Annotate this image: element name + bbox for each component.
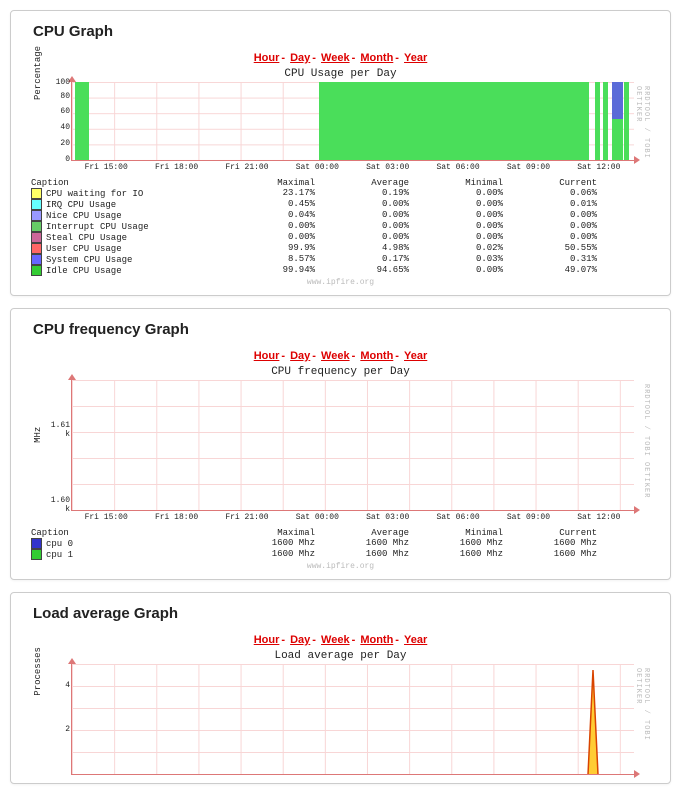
time-month[interactable]: Month — [360, 52, 393, 64]
swatch-icon — [31, 549, 42, 560]
time-year[interactable]: Year — [404, 634, 427, 646]
panel-heading: Load average Graph — [33, 605, 650, 622]
swatch-icon — [31, 210, 42, 221]
swatch-icon — [31, 254, 42, 265]
legend-row: Interrupt CPU Usage — [31, 221, 221, 232]
swatch-icon — [31, 265, 42, 276]
legend-row: cpu 0 — [31, 538, 221, 549]
swatch-icon — [31, 188, 42, 199]
freq-legend-table: CaptionMaximalAverageMinimalCurrent cpu … — [31, 528, 650, 560]
time-hour[interactable]: Hour — [254, 634, 280, 646]
swatch-icon — [31, 232, 42, 243]
y-axis-label: Percentage — [33, 46, 43, 100]
legend-row: Idle CPU Usage — [31, 265, 221, 276]
cpu-legend-table: CaptionMaximalAverageMinimalCurrent CPU … — [31, 178, 650, 276]
x-ticks: Fri 15:00Fri 18:00Fri 21:00Sat 00:00Sat … — [71, 163, 634, 172]
panel-heading: CPU Graph — [33, 23, 650, 40]
load-spike — [586, 670, 600, 775]
legend-row: Nice CPU Usage — [31, 210, 221, 221]
legend-row: Steal CPU Usage — [31, 232, 221, 243]
cpu-chart: Percentage RRDTOOL / TOBI OETIKER 0 20 4… — [31, 82, 650, 172]
rrdtool-credit: RRDTOOL / TOBI OETIKER — [642, 384, 650, 498]
chart-title: CPU Usage per Day — [31, 68, 650, 80]
time-day[interactable]: Day — [290, 52, 310, 64]
y-ticks: 1.60 k 1.61 k — [44, 380, 70, 510]
freq-chart: MHz RRDTOOL / TOBI OETIKER 1.60 k 1.61 k… — [31, 380, 650, 522]
load-chart: Processes RRDTOOL / TOBI OETIKER 2 4 — [31, 664, 650, 775]
legend-row: cpu 1 — [31, 549, 221, 560]
plot-area: 2 4 — [71, 664, 634, 775]
time-month[interactable]: Month — [360, 634, 393, 646]
time-month[interactable]: Month — [360, 350, 393, 362]
rrdtool-credit: RRDTOOL / TOBI OETIKER — [634, 668, 650, 775]
time-week[interactable]: Week — [321, 350, 350, 362]
time-day[interactable]: Day — [290, 634, 310, 646]
chart-title: CPU frequency per Day — [31, 366, 650, 378]
legend-row: User CPU Usage — [31, 243, 221, 254]
time-week[interactable]: Week — [321, 52, 350, 64]
y-axis-label: MHz — [33, 427, 43, 443]
cpu-freq-panel: CPU frequency Graph Hour- Day- Week- Mon… — [10, 308, 671, 580]
swatch-icon — [31, 538, 42, 549]
footer-link: www.ipfire.org — [31, 278, 650, 287]
time-range-nav: Hour- Day- Week- Month- Year — [31, 634, 650, 646]
time-range-nav: Hour- Day- Week- Month- Year — [31, 350, 650, 362]
time-hour[interactable]: Hour — [254, 350, 280, 362]
plot-area: 1.60 k 1.61 k — [71, 380, 634, 511]
time-range-nav: Hour- Day- Week- Month- Year — [31, 52, 650, 64]
x-ticks: Fri 15:00Fri 18:00Fri 21:00Sat 00:00Sat … — [71, 513, 634, 522]
swatch-icon — [31, 243, 42, 254]
time-year[interactable]: Year — [404, 52, 427, 64]
time-day[interactable]: Day — [290, 350, 310, 362]
swatch-icon — [31, 199, 42, 210]
cpu-graph-panel: CPU Graph Hour- Day- Week- Month- Year C… — [10, 10, 671, 296]
load-avg-panel: Load average Graph Hour- Day- Week- Mont… — [10, 592, 671, 784]
legend-row: IRQ CPU Usage — [31, 199, 221, 210]
panel-heading: CPU frequency Graph — [33, 321, 650, 338]
legend-row: CPU waiting for IO — [31, 188, 221, 199]
y-ticks: 0 20 40 60 80 100 — [44, 82, 70, 160]
time-year[interactable]: Year — [404, 350, 427, 362]
time-hour[interactable]: Hour — [254, 52, 280, 64]
time-week[interactable]: Week — [321, 634, 350, 646]
y-axis-label: Processes — [33, 647, 43, 696]
chart-title: Load average per Day — [31, 650, 650, 662]
swatch-icon — [31, 221, 42, 232]
legend-row: System CPU Usage — [31, 254, 221, 265]
y-ticks: 2 4 — [44, 664, 70, 774]
footer-link: www.ipfire.org — [31, 562, 650, 571]
plot-area: 0 20 40 60 80 100 — [71, 82, 634, 161]
